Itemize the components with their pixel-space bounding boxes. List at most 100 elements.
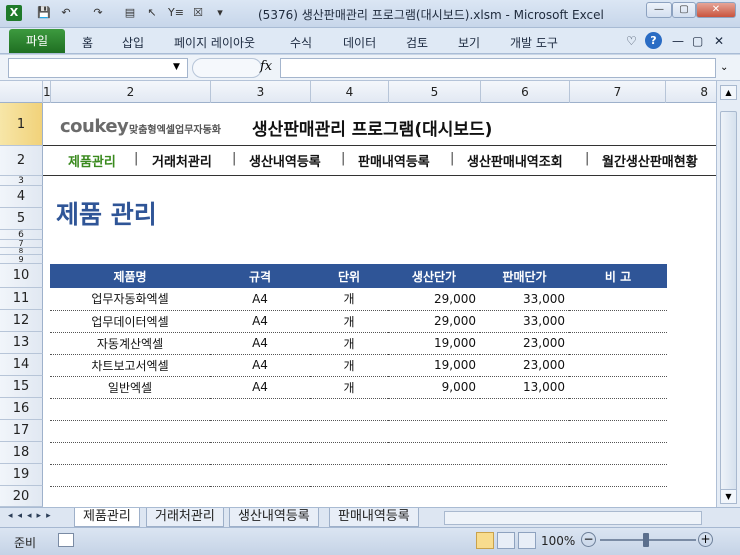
cell-sale-price[interactable]: 23,000 [480,332,569,355]
cell-unit[interactable]: 개 [310,354,388,377]
formula-input[interactable] [280,58,716,78]
maximize-button[interactable]: ▢ [672,2,696,18]
cell-sale-price[interactable]: 33,000 [480,288,569,311]
cell-spec[interactable] [210,464,310,487]
zoom-level[interactable]: 100% [541,534,575,548]
row-header[interactable]: 12 [0,310,43,332]
cell-product-name[interactable] [50,420,210,443]
row-header[interactable]: 11 [0,288,43,310]
row-header[interactable]: 8 [0,248,43,255]
ribbon-restore-icon[interactable]: ▢ [692,34,703,48]
cell-remarks[interactable] [569,376,667,399]
favorite-icon[interactable]: ♡ [626,34,637,48]
cell-remarks[interactable] [569,310,667,333]
cell-production-cost[interactable] [388,442,480,465]
cell-production-cost[interactable] [388,464,480,487]
cell-spec[interactable]: A4 [210,288,310,311]
help-icon[interactable]: ? [645,32,662,49]
undo-icon[interactable]: ↶ [58,5,74,21]
insert-function-icon[interactable]: fx [260,59,272,74]
macro-record-icon[interactable] [58,533,74,547]
cell-spec[interactable] [210,398,310,421]
zoom-slider-thumb[interactable] [643,533,649,547]
scroll-thumb[interactable] [720,111,737,493]
cell-product-name[interactable] [50,398,210,421]
column-spec[interactable]: 규격 [210,264,310,288]
column-header[interactable]: 6 [481,81,570,103]
cell-unit[interactable] [310,486,388,509]
cell-remarks[interactable] [569,420,667,443]
cell-sale-price[interactable] [480,420,569,443]
row-header[interactable]: 19 [0,464,43,486]
table-row[interactable] [50,442,667,465]
cell-spec[interactable]: A4 [210,354,310,377]
cell-production-cost[interactable]: 9,000 [388,376,480,399]
sheet-tab-clients[interactable]: 거래처관리 [146,508,224,527]
excel-logo-icon[interactable]: X [6,5,22,21]
sheet-tab-production[interactable]: 생산내역등록 [229,508,319,527]
column-header[interactable]: 7 [570,81,666,103]
cell-unit[interactable]: 개 [310,376,388,399]
scroll-up-icon[interactable]: ▲ [720,85,737,100]
cell-remarks[interactable] [569,288,667,311]
cell-spec[interactable]: A4 [210,376,310,399]
cell-product-name[interactable]: 일반엑셀 [50,376,210,399]
column-unit[interactable]: 단위 [310,264,388,288]
cell-sale-price[interactable]: 23,000 [480,354,569,377]
nav-production-entry[interactable]: 생산내역등록 [249,151,321,170]
row-header[interactable]: 9 [0,255,43,264]
ribbon-close-icon[interactable]: ✕ [714,34,724,48]
row-header[interactable]: 16 [0,398,43,420]
table-row[interactable]: 업무자동화엑셀 A4 개 29,000 33,000 [50,288,667,311]
row-header[interactable]: 15 [0,376,43,398]
cell-unit[interactable] [310,464,388,487]
cell-production-cost[interactable] [388,398,480,421]
nav-production-sales-query[interactable]: 생산판매내역조회 [467,151,563,170]
ribbon-minimize-icon[interactable]: — [672,34,684,48]
file-tab[interactable]: 파일 [9,29,65,53]
horizontal-scrollbar[interactable] [444,511,702,525]
cell-remarks[interactable] [569,464,667,487]
cell-remarks[interactable] [569,486,667,509]
tab-developer[interactable]: 개발 도구 [510,34,558,51]
row-header[interactable]: 10 [0,264,43,288]
cell-spec[interactable]: A4 [210,310,310,333]
filter-icon[interactable]: Y≡ [166,5,186,21]
tab-page-layout[interactable]: 페이지 레이아웃 [174,34,255,51]
cell-production-cost[interactable]: 19,000 [388,332,480,355]
cell-remarks[interactable] [569,332,667,355]
cell-product-name[interactable]: 자동계산엑셀 [50,332,210,355]
cell-remarks[interactable] [569,354,667,377]
cell-production-cost[interactable] [388,486,480,509]
page-layout-view-icon[interactable] [497,532,515,549]
cell-remarks[interactable] [569,398,667,421]
cell-product-name[interactable]: 업무자동화엑셀 [50,288,210,311]
cell-production-cost[interactable] [388,420,480,443]
nav-monthly-status[interactable]: 월간생산판매현황 [602,151,698,170]
table-row[interactable] [50,464,667,487]
cell-sale-price[interactable]: 13,000 [480,376,569,399]
normal-view-icon[interactable] [476,532,494,549]
cell-unit[interactable] [310,398,388,421]
cell-spec[interactable] [210,486,310,509]
customize-quick-access-icon[interactable]: ▾ [212,5,228,21]
save-icon[interactable]: 💾 [36,5,52,21]
select-pointer-icon[interactable]: ↖ [144,5,160,21]
cell-remarks[interactable] [569,442,667,465]
cell-product-name[interactable] [50,442,210,465]
design-mode-icon[interactable]: ☒ [190,5,206,21]
column-header[interactable]: 3 [211,81,311,103]
nav-client-management[interactable]: 거래처관리 [152,151,212,170]
cell-sale-price[interactable] [480,442,569,465]
cell-product-name[interactable]: 업무데이터엑셀 [50,310,210,333]
row-header[interactable]: 17 [0,420,43,442]
table-row[interactable]: 차트보고서엑셀 A4 개 19,000 23,000 [50,354,667,377]
page-break-view-icon[interactable] [518,532,536,549]
cell-production-cost[interactable]: 29,000 [388,288,480,311]
close-button[interactable]: ✕ [696,2,736,18]
vertical-scrollbar[interactable]: ▲ ▼ [716,81,740,507]
cell-unit[interactable]: 개 [310,332,388,355]
cell-sale-price[interactable]: 33,000 [480,310,569,333]
row-header[interactable]: 18 [0,442,43,464]
select-all-corner[interactable] [0,81,43,103]
